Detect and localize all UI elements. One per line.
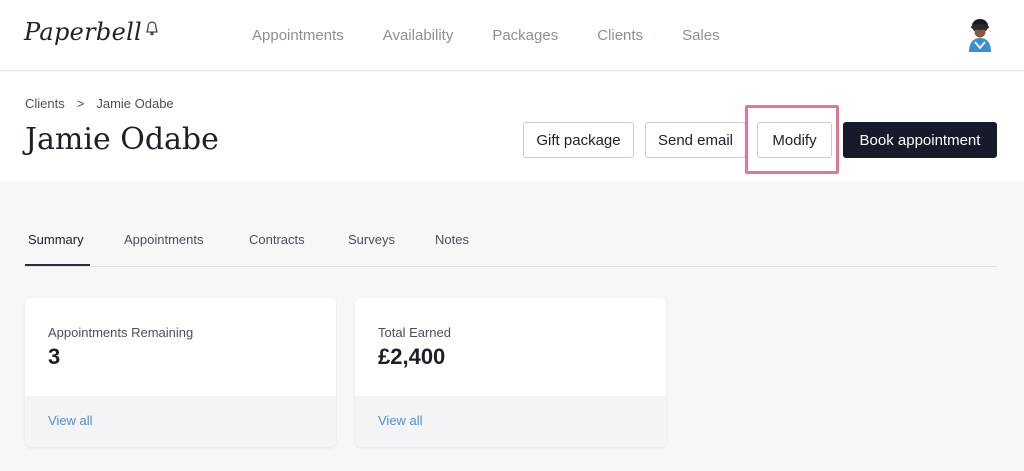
breadcrumb-current: Jamie Odabe (96, 96, 174, 111)
card-value: 3 (48, 344, 61, 369)
nav-clients[interactable]: Clients (597, 27, 643, 44)
breadcrumb: Clients > Jamie Odabe (25, 96, 174, 111)
book-appointment-button[interactable]: Book appointment (843, 122, 997, 158)
bell-icon (146, 21, 158, 36)
client-tabs: Summary Appointments Contracts Surveys N… (25, 226, 997, 267)
card-footer: View all (355, 396, 666, 447)
top-navbar: Paperbell Appointments Availability Pack… (0, 0, 1024, 71)
view-all-appointments-link[interactable]: View all (48, 413, 93, 428)
nav-sales[interactable]: Sales (682, 27, 720, 44)
main-nav: Appointments Availability Packages Clien… (252, 0, 759, 71)
nav-appointments[interactable]: Appointments (252, 27, 344, 44)
client-content: Summary Appointments Contracts Surveys N… (0, 182, 1024, 471)
send-email-button[interactable]: Send email (645, 122, 746, 158)
client-header: Clients > Jamie Odabe Jamie Odabe Gift p… (0, 72, 1024, 182)
view-all-sales-link[interactable]: View all (378, 413, 423, 428)
card-value: £2,400 (378, 344, 446, 369)
active-tab-indicator (25, 264, 90, 266)
card-label: Appointments Remaining (48, 325, 194, 340)
card-label: Total Earned (378, 325, 451, 340)
breadcrumb-separator: > (76, 96, 85, 111)
page-title: Jamie Odabe (25, 122, 219, 157)
breadcrumb-clients-link[interactable]: Clients (25, 96, 65, 111)
logo-text: Paperbell (24, 18, 143, 46)
tab-notes[interactable]: Notes (435, 232, 469, 247)
tab-contracts[interactable]: Contracts (249, 232, 305, 247)
paperbell-logo[interactable]: Paperbell (24, 10, 159, 54)
total-earned-card: Total Earned £2,400 View all (355, 298, 666, 447)
tab-appointments[interactable]: Appointments (124, 232, 204, 247)
nav-availability[interactable]: Availability (383, 27, 454, 44)
modify-button[interactable]: Modify (757, 122, 832, 158)
gift-package-button[interactable]: Gift package (523, 122, 634, 158)
tab-summary[interactable]: Summary (28, 232, 84, 247)
nav-packages[interactable]: Packages (492, 27, 558, 44)
appointments-remaining-card: Appointments Remaining 3 View all (25, 298, 336, 447)
tab-surveys[interactable]: Surveys (348, 232, 395, 247)
user-avatar[interactable] (966, 18, 994, 52)
card-footer: View all (25, 396, 336, 447)
